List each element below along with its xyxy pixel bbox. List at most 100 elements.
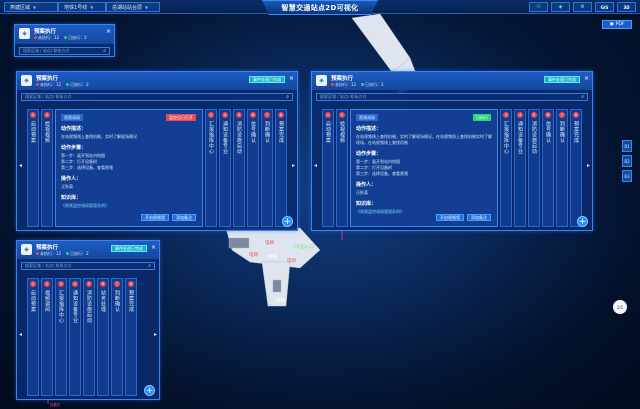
mini-plan-panel: ◈ 预案执行 未执行：12 已执行：2 × 搜索区域 / 站点/ 联系方式 ⌕: [14, 24, 115, 57]
crumb-line[interactable]: 地铁1号线 ▼: [58, 2, 106, 12]
map-label-stairs: 楼梯: [276, 299, 285, 304]
step-card[interactable]: 8 预案完成: [570, 109, 582, 227]
crumb-station-label: 岳湖站站台层: [112, 4, 143, 11]
step-label: 站务处理: [100, 290, 106, 312]
panel-title: 预案执行: [34, 29, 57, 35]
step-card[interactable]: 4 通知设备专业: [219, 109, 231, 227]
step-number: 1: [30, 281, 36, 287]
close-icon[interactable]: ×: [584, 75, 589, 82]
step-card[interactable]: 1 启动预案: [27, 278, 39, 396]
zoom-indicator[interactable]: 1/1: [613, 300, 627, 314]
add-note-button[interactable]: 添加备注: [467, 214, 491, 221]
search-input[interactable]: 搜索区域 / 站点/ 联系方式 ⌕: [21, 93, 293, 101]
step-card[interactable]: 7 判断确认: [111, 278, 123, 396]
step-number: 3: [503, 112, 509, 118]
arrow-right-icon[interactable]: ▸: [292, 162, 295, 169]
arrow-left-icon[interactable]: ◂: [19, 331, 22, 338]
step-label: 判断确认: [264, 121, 270, 143]
step-card[interactable]: 4 通知设备专业: [514, 109, 526, 227]
pdf-export-button[interactable]: ▣ PDF: [602, 20, 632, 29]
operator-name: 汪秋菊: [356, 190, 368, 195]
step-card[interactable]: 3 汇报指挥中心: [500, 109, 512, 227]
stat-done: 已执行：2: [66, 251, 89, 257]
detail-state-badge: 已执行: [473, 114, 491, 121]
step-card[interactable]: 4 通知设备专业: [69, 278, 81, 396]
arrow-left-icon[interactable]: ◂: [19, 162, 22, 169]
step-number: 7: [264, 112, 270, 118]
panel-title: 预案执行: [331, 76, 354, 82]
step-card[interactable]: 2 检视视频: [41, 109, 53, 227]
add-step-button[interactable]: +: [144, 385, 155, 396]
floor-tab-b1[interactable]: B1: [622, 140, 632, 152]
knowledge-title: 知识库：: [61, 195, 82, 201]
step-label: 预案完成: [128, 290, 134, 312]
step-card[interactable]: 6 信号确认: [247, 109, 259, 227]
map-label-stairs: 楼梯: [268, 255, 277, 260]
status-badge: 事件处理已完成: [249, 76, 285, 83]
open-video-wall-button[interactable]: 开启视频墙: [141, 214, 169, 221]
step-label: 通知设备专业: [517, 121, 523, 154]
step-number: 7: [559, 112, 565, 118]
floor-tab-b2[interactable]: B2: [622, 155, 632, 167]
search-input[interactable]: 搜索区域 / 站点/ 联系方式 ⌕: [21, 262, 155, 270]
step-card[interactable]: 8 预案完成: [275, 109, 287, 227]
crumb-station[interactable]: 岳湖站站台层 ▼: [106, 2, 160, 12]
step-card[interactable]: 1 启动预案: [322, 109, 334, 227]
plan-panel-a: ◈ 预案执行 未执行：12 已执行：2 事件处理已完成 × 搜索区域 / 站点/…: [16, 71, 298, 231]
step-number: 6: [545, 112, 551, 118]
knowledge-link[interactable]: 《视频监控调阅管理条例》: [61, 203, 197, 209]
step-card[interactable]: 2 检视视频: [336, 109, 348, 227]
crumb-region-label: 燕塘区域: [10, 4, 31, 11]
add-step-button[interactable]: +: [577, 216, 588, 227]
close-icon[interactable]: ×: [151, 244, 156, 251]
map-label-elevator: 电梯: [265, 241, 274, 246]
step-card[interactable]: 5 消防设施启动: [233, 109, 245, 227]
search-icon: ⌕: [148, 263, 151, 269]
search-input[interactable]: 搜索区域 / 站点/ 联系方式 ⌕: [19, 47, 110, 55]
search-input[interactable]: 搜索区域 / 站点/ 联系方式 ⌕: [316, 93, 588, 101]
arrow-right-icon[interactable]: ▸: [587, 162, 590, 169]
search-placeholder: 搜索区域 / 站点/ 联系方式: [320, 94, 367, 99]
layers-icon[interactable]: ◈: [551, 2, 570, 12]
search-placeholder: 搜索区域 / 站点/ 联系方式: [25, 94, 72, 99]
arrow-right-icon[interactable]: ▸: [154, 331, 157, 338]
close-icon[interactable]: ×: [106, 28, 111, 35]
step-number: 8: [573, 112, 579, 118]
crumb-region[interactable]: 燕塘区域 ▼: [4, 2, 58, 12]
group-icon[interactable]: ⚇: [529, 2, 548, 12]
step-card[interactable]: 8 预案完成: [125, 278, 137, 396]
close-icon[interactable]: ×: [289, 75, 294, 82]
stat-done: 已执行：2: [361, 82, 384, 88]
add-step-button[interactable]: +: [282, 216, 293, 227]
step-card[interactable]: 7 判断确认: [261, 109, 273, 227]
pdf-label: PDF: [615, 22, 625, 27]
step-card[interactable]: 3 汇报指挥中心: [205, 109, 217, 227]
step-number: 3: [58, 281, 64, 287]
stat-pending-label: 未执行：12: [40, 251, 62, 256]
step-card[interactable]: 3 汇报指挥中心: [55, 278, 67, 396]
step-label: 汇报指挥中心: [503, 121, 509, 154]
step-card[interactable]: 6 站务处理: [97, 278, 109, 396]
step-card[interactable]: 5 消防设施启动: [528, 109, 540, 227]
gis-button[interactable]: GIS: [595, 2, 614, 12]
panel-title: 预案执行: [36, 76, 59, 82]
open-video-wall-button[interactable]: 开启视频墙: [436, 214, 464, 221]
step-card[interactable]: 5 消防设施启动: [83, 278, 95, 396]
step-card[interactable]: 1 启动预案: [27, 109, 39, 227]
stat-done-label: 已执行：2: [68, 35, 87, 40]
step-number: 8: [128, 281, 134, 287]
step-label: 消防设施启动: [531, 121, 537, 154]
arrow-left-icon[interactable]: ◂: [314, 162, 317, 169]
map-label-elevator: 电梯: [287, 259, 296, 264]
plan-icon: ◈: [21, 244, 32, 255]
add-note-button[interactable]: 添加备注: [172, 214, 196, 221]
operator-title: 操作人：: [61, 176, 82, 182]
floor-tab-b3[interactable]: B3: [622, 170, 632, 182]
step-card[interactable]: 2 视频调阅: [41, 278, 53, 396]
detail-actions: 开启视频墙 添加备注: [436, 214, 491, 221]
step-card[interactable]: 6 信号确认: [542, 109, 554, 227]
step-card[interactable]: 7 判断确认: [556, 109, 568, 227]
3d-button[interactable]: 3D: [617, 2, 636, 12]
panel-title: 预案执行: [36, 245, 59, 251]
settings-icon[interactable]: ⚙: [573, 2, 592, 12]
